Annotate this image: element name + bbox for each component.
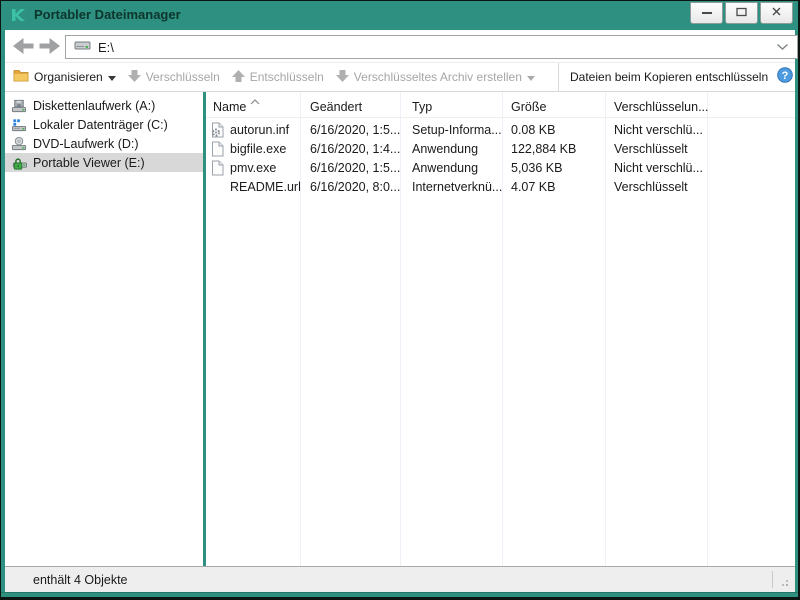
encrypt-button: Verschlüsseln — [128, 70, 220, 85]
main-area: Diskettenlaufwerk (A:) Lokaler Datenträg… — [5, 92, 795, 566]
column-divider[interactable] — [502, 92, 503, 566]
organize-label: Organisieren — [34, 70, 103, 84]
file-size-cell: 0.08 KB — [502, 123, 605, 137]
decrypt-button: Entschlüsseln — [232, 70, 324, 85]
sidebar-item-label: Lokaler Datenträger (C:) — [33, 118, 168, 132]
chevron-down-icon[interactable] — [776, 43, 789, 51]
window-title: Portabler Dateimanager — [34, 7, 181, 22]
arrow-up-icon — [232, 70, 245, 85]
sidebar-item-drive-a[interactable]: Diskettenlaufwerk (A:) — [5, 96, 203, 115]
file-modified-cell: 6/16/2020, 1:5... — [300, 161, 400, 175]
sort-ascending-icon — [250, 94, 260, 108]
column-header-encryption[interactable]: Verschlüsselun... — [605, 100, 707, 114]
sidebar-item-drive-c[interactable]: Lokaler Datenträger (C:) — [5, 115, 203, 134]
sidebar-item-drive-e[interactable]: Portable Viewer (E:) — [5, 153, 203, 172]
sidebar-item-drive-d[interactable]: DVD-Laufwerk (D:) — [5, 134, 203, 153]
file-name-cell: pmv.exe — [206, 160, 300, 176]
forward-button — [39, 38, 60, 59]
file-size-cell: 4.07 KB — [502, 180, 605, 194]
status-text: enthält 4 Objekte — [33, 573, 128, 587]
caret-down-icon — [108, 70, 116, 84]
column-header-type[interactable]: Typ — [400, 100, 502, 114]
decrypt-label: Entschlüsseln — [250, 70, 324, 84]
file-modified-cell: 6/16/2020, 1:5... — [300, 123, 400, 137]
floppy-drive-icon — [11, 98, 27, 114]
window-controls — [690, 2, 793, 24]
close-icon — [771, 4, 782, 22]
file-encryption-cell: Verschlüsselt — [605, 180, 707, 194]
history-buttons — [13, 38, 60, 59]
file-type-cell: Internetverknü... — [400, 180, 502, 194]
arrow-down-icon — [336, 70, 349, 85]
resize-grip[interactable] — [778, 576, 790, 588]
sidebar-item-label: Diskettenlaufwerk (A:) — [33, 99, 155, 113]
file-type-cell: Setup-Informa... — [400, 123, 502, 137]
toolbar: Organisieren Verschlüsseln Entschlüsseln — [5, 62, 795, 92]
back-button — [13, 38, 34, 59]
create-encrypted-archive-label: Verschlüsseltes Archiv erstellen — [354, 70, 522, 84]
file-type-cell: Anwendung — [400, 142, 502, 156]
file-name-cell: README.url — [206, 179, 300, 195]
file-icon — [209, 160, 225, 176]
svg-text:?: ? — [782, 69, 789, 81]
locked-drive-icon — [11, 155, 27, 171]
encrypt-label: Verschlüsseln — [146, 70, 220, 84]
close-button[interactable] — [760, 2, 793, 24]
file-type-cell: Anwendung — [400, 161, 502, 175]
sidebar-item-label: Portable Viewer (E:) — [33, 156, 145, 170]
file-size-cell: 5,036 KB — [502, 161, 605, 175]
maximize-button[interactable] — [725, 2, 758, 24]
help-icon[interactable]: ? — [777, 67, 793, 88]
sidebar-item-label: DVD-Laufwerk (D:) — [33, 137, 139, 151]
file-name: bigfile.exe — [230, 142, 286, 156]
column-divider[interactable] — [300, 92, 301, 566]
dvd-drive-icon — [11, 136, 27, 152]
file-name-cell: autorun.inf — [206, 122, 300, 138]
decrypt-on-copy-option: Dateien beim Kopieren entschlüsseln ? — [558, 63, 795, 91]
file-encryption-cell: Verschlüsselt — [605, 142, 707, 156]
arrow-down-icon — [128, 70, 141, 85]
drive-icon — [74, 38, 91, 56]
file-modified-cell: 6/16/2020, 1:4... — [300, 142, 400, 156]
navigation-bar: E:\ — [5, 30, 795, 62]
maximize-icon — [736, 4, 747, 22]
column-header-modified[interactable]: Geändert — [300, 100, 400, 114]
file-name: pmv.exe — [230, 161, 276, 175]
file-name: autorun.inf — [230, 123, 289, 137]
minimize-button[interactable] — [690, 2, 723, 24]
file-icon — [209, 141, 225, 157]
column-divider[interactable] — [400, 92, 401, 566]
create-encrypted-archive-button: Verschlüsseltes Archiv erstellen — [336, 70, 535, 85]
setup-information-file-icon — [209, 122, 225, 138]
column-divider[interactable] — [707, 92, 708, 566]
address-path: E:\ — [98, 40, 114, 55]
minimize-icon — [702, 12, 712, 14]
drive-list: Diskettenlaufwerk (A:) Lokaler Datenträg… — [5, 92, 203, 566]
blank-icon-slot — [209, 179, 225, 195]
window-border — [0, 0, 1, 600]
file-name-cell: bigfile.exe — [206, 141, 300, 157]
status-bar-divider — [772, 571, 773, 588]
caret-down-icon — [527, 70, 535, 84]
column-header-size[interactable]: Größe — [502, 100, 605, 114]
address-bar[interactable]: E:\ — [65, 35, 798, 59]
file-encryption-cell: Nicht verschlü... — [605, 161, 707, 175]
kaspersky-logo-icon — [10, 7, 26, 23]
window-border — [0, 0, 800, 1]
file-size-cell: 122,884 KB — [502, 142, 605, 156]
portable-file-manager-window: Portabler Dateimanager — [0, 0, 800, 600]
file-name: README.url — [230, 180, 301, 194]
file-list: Name Geändert Typ Größe Verschlüsselun..… — [206, 92, 795, 566]
hard-drive-icon — [11, 117, 27, 133]
column-header-row: Name Geändert Typ Größe Verschlüsselun..… — [206, 92, 795, 118]
file-modified-cell: 6/16/2020, 8:0... — [300, 180, 400, 194]
column-divider[interactable] — [605, 92, 606, 566]
organize-button[interactable]: Organisieren — [13, 69, 116, 85]
title-bar[interactable]: Portabler Dateimanager — [0, 0, 800, 30]
status-bar: enthält 4 Objekte — [5, 566, 795, 592]
decrypt-on-copy-label: Dateien beim Kopieren entschlüsseln — [570, 70, 768, 84]
file-encryption-cell: Nicht verschlü... — [605, 123, 707, 137]
folder-icon — [13, 69, 29, 85]
